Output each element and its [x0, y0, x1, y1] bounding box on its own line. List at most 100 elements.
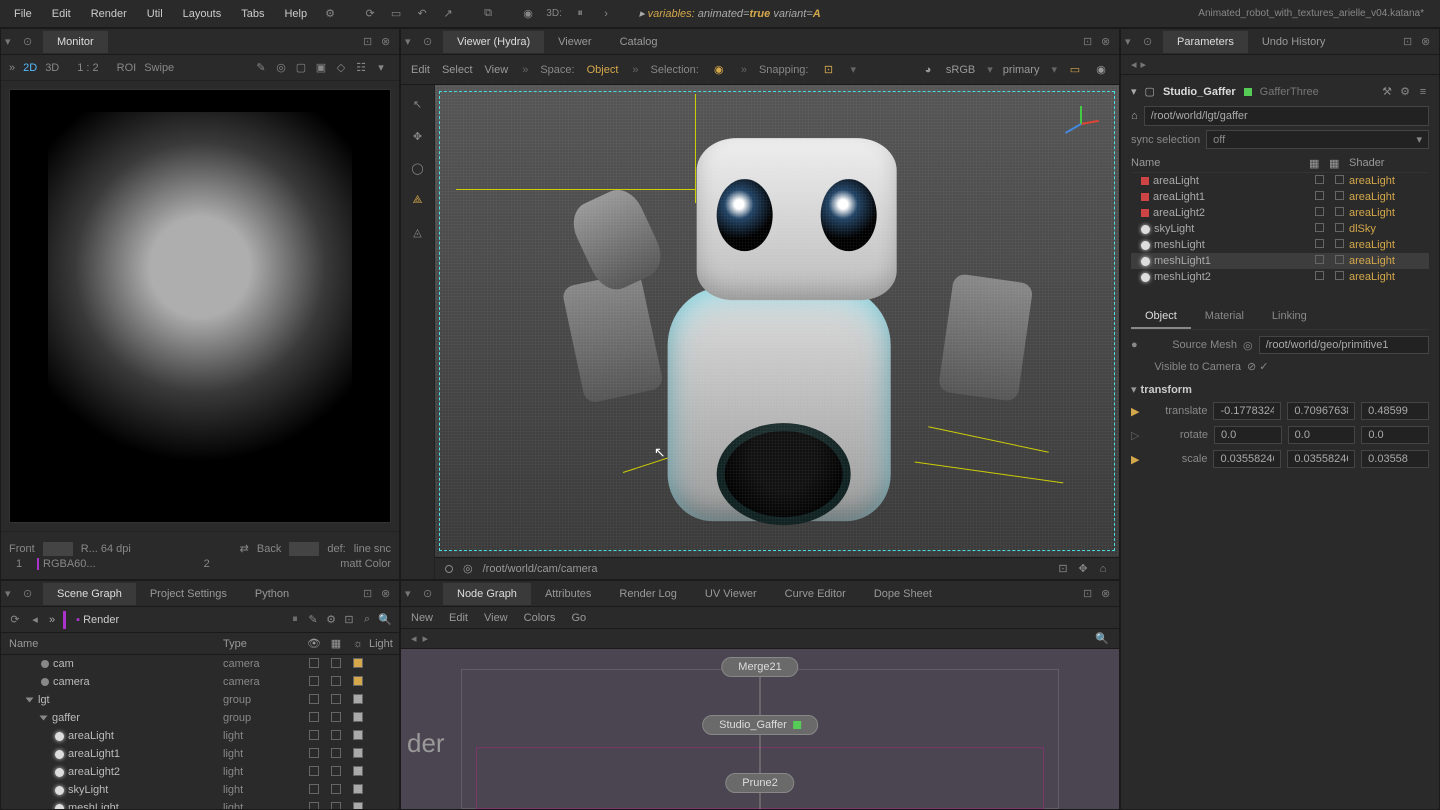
panel-close-icon[interactable]: ⊗: [381, 587, 395, 601]
tab-dope-sheet[interactable]: Dope Sheet: [860, 583, 946, 605]
colorspace-value[interactable]: sRGB: [946, 64, 975, 76]
rotate-x-input[interactable]: [1214, 426, 1282, 444]
eye-icon[interactable]: ◉: [1093, 62, 1109, 78]
visible-toggle[interactable]: ⊘ ✓: [1247, 360, 1269, 373]
panel-maximize-icon[interactable]: ⊡: [1403, 35, 1417, 49]
link-icon[interactable]: ◎: [1243, 339, 1253, 352]
anim-key-icon[interactable]: ▶: [1131, 453, 1139, 466]
pencil-icon[interactable]: ✎: [307, 614, 319, 626]
gear-icon[interactable]: ⚙: [325, 614, 337, 626]
space-value[interactable]: Object: [587, 64, 619, 76]
panel-menu-icon[interactable]: ▾: [405, 35, 419, 49]
panel-close-icon[interactable]: ⊗: [381, 35, 395, 49]
translate-z-input[interactable]: [1361, 402, 1429, 420]
transform-header[interactable]: transform: [1141, 384, 1192, 396]
state-dot-icon[interactable]: ●: [1131, 339, 1141, 351]
chevron-down-icon[interactable]: ▾: [987, 63, 993, 76]
chevron-right-icon[interactable]: »: [9, 62, 15, 74]
mode-3d[interactable]: 3D: [45, 62, 59, 74]
search-icon[interactable]: 🔍: [1095, 632, 1109, 645]
panel-pin-icon[interactable]: ⊙: [23, 587, 37, 601]
sg-row[interactable]: meshLightlight: [1, 799, 399, 809]
target-icon[interactable]: ◎: [463, 562, 473, 575]
nav-back-icon[interactable]: ◂: [1131, 58, 1137, 71]
viewer-view[interactable]: View: [485, 64, 509, 76]
chevron-right-icon[interactable]: »: [49, 614, 55, 626]
redo-icon[interactable]: ↗: [437, 3, 459, 25]
light-row[interactable]: meshLight1areaLight: [1131, 253, 1429, 269]
camera-icon[interactable]: ⌂: [1097, 563, 1109, 575]
viewer-select[interactable]: Select: [442, 64, 473, 76]
chevron-down-icon[interactable]: ▾: [850, 63, 856, 76]
ngmenu-colors[interactable]: Colors: [524, 612, 556, 624]
scale-x-input[interactable]: [1213, 450, 1281, 468]
sg-row[interactable]: gaffergroup: [1, 709, 399, 727]
menu-icon[interactable]: ≡: [1417, 86, 1429, 98]
menu-file[interactable]: File: [4, 4, 42, 24]
panel-menu-icon[interactable]: ▾: [405, 587, 419, 601]
sg-row[interactable]: camcamera: [1, 655, 399, 673]
panel-close-icon[interactable]: ⊗: [1421, 35, 1435, 49]
home-icon[interactable]: ⌂: [1131, 110, 1138, 122]
diamond-icon[interactable]: ◇: [335, 62, 347, 74]
render-preview[interactable]: [9, 89, 391, 523]
tab-attributes[interactable]: Attributes: [531, 583, 605, 605]
expand-icon[interactable]: ⊡: [343, 614, 355, 626]
overlap-icon[interactable]: ▣: [315, 62, 327, 74]
ngmenu-new[interactable]: New: [411, 612, 433, 624]
box-icon[interactable]: ▢: [295, 62, 307, 74]
col-icon[interactable]: ▦: [1329, 157, 1349, 170]
menu-layouts[interactable]: Layouts: [173, 4, 232, 24]
sg-row[interactable]: areaLight2light: [1, 763, 399, 781]
tab-monitor[interactable]: Monitor: [43, 31, 108, 53]
sg-row[interactable]: skyLightlight: [1, 781, 399, 799]
stack-icon[interactable]: ☷: [355, 62, 367, 74]
display-icon[interactable]: ▭: [1067, 62, 1083, 78]
node-prune[interactable]: Prune2: [725, 773, 794, 793]
nodegraph-canvas[interactable]: der Merge21 Studio_Gaffer Prune2 DlSetti…: [401, 649, 1119, 809]
view3d-icon[interactable]: ◉: [517, 3, 539, 25]
light-row[interactable]: areaLightareaLight: [1131, 173, 1429, 189]
tab-viewer[interactable]: Viewer: [544, 31, 605, 53]
menu-util[interactable]: Util: [137, 4, 173, 24]
translate-y-input[interactable]: [1287, 402, 1355, 420]
panel-pin-icon[interactable]: ⊙: [1143, 35, 1157, 49]
axis-gizmo-icon[interactable]: [1061, 103, 1101, 143]
collapse-icon[interactable]: ▾: [1131, 85, 1137, 98]
anim-key-icon[interactable]: ▶: [1131, 405, 1139, 418]
panel-menu-icon[interactable]: ▾: [5, 35, 19, 49]
chevron-right-icon[interactable]: ›: [595, 3, 617, 25]
node-path-input[interactable]: [1144, 106, 1429, 126]
col-type-header[interactable]: Type: [223, 638, 303, 650]
light-row[interactable]: meshLight2areaLight: [1131, 269, 1429, 285]
viewer-edit[interactable]: Edit: [411, 64, 430, 76]
nav-fwd-icon[interactable]: ▸: [423, 632, 429, 645]
col-name-header[interactable]: Name: [9, 638, 223, 650]
front-swatch[interactable]: [43, 542, 73, 556]
subtab-linking[interactable]: Linking: [1258, 305, 1321, 329]
menu-help[interactable]: Help: [274, 4, 317, 24]
chevron-down-icon[interactable]: ▾: [1051, 63, 1057, 76]
chevron-down-icon[interactable]: ▾: [375, 62, 387, 74]
collapse-icon[interactable]: ▾: [1131, 383, 1137, 396]
node-merge[interactable]: Merge21: [721, 657, 798, 677]
menu-tabs[interactable]: Tabs: [231, 4, 274, 24]
target-icon[interactable]: ◎: [275, 62, 287, 74]
scale-y-input[interactable]: [1287, 450, 1355, 468]
panel-pin-icon[interactable]: ⊙: [23, 35, 37, 49]
anim-key-icon[interactable]: ▷: [1131, 429, 1142, 442]
render-icon[interactable]: ⧉: [477, 3, 499, 25]
source-mesh-input[interactable]: [1259, 336, 1429, 354]
sg-row[interactable]: areaLight1light: [1, 745, 399, 763]
col-icon[interactable]: ▦: [325, 637, 347, 650]
gear-icon[interactable]: ⚙: [319, 3, 341, 25]
tab-node-graph[interactable]: Node Graph: [443, 583, 531, 605]
light-row[interactable]: areaLight1areaLight: [1131, 189, 1429, 205]
wrench-icon[interactable]: ⚒: [1381, 86, 1393, 98]
save-icon[interactable]: ▭: [385, 3, 407, 25]
tab-uv-viewer[interactable]: UV Viewer: [691, 583, 771, 605]
transform-tool-icon[interactable]: ◬: [407, 221, 429, 243]
mode-2d[interactable]: 2D: [23, 62, 37, 74]
tab-catalog[interactable]: Catalog: [606, 31, 672, 53]
back-swatch[interactable]: [289, 542, 319, 556]
